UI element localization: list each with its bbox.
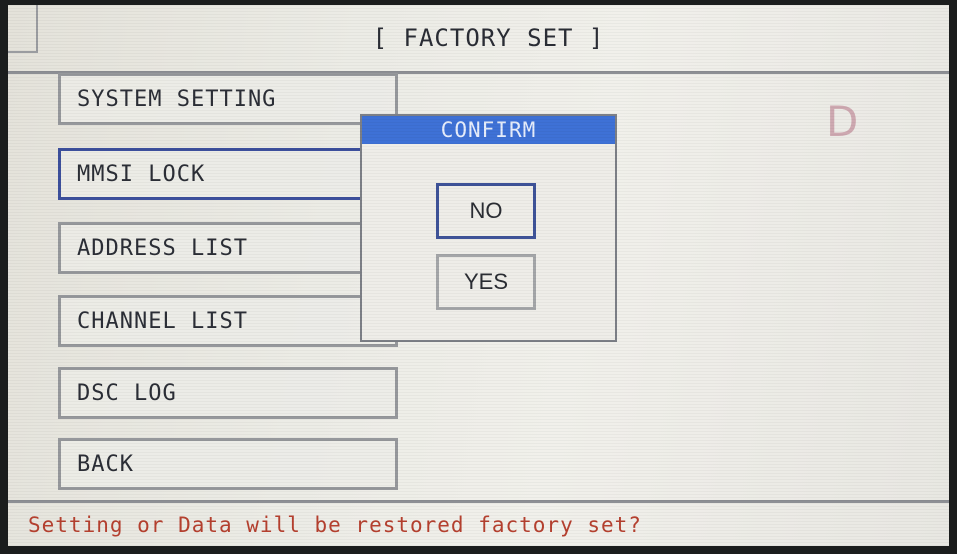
menu-item-mmsi-lock[interactable]: MMSI LOCK [58, 148, 398, 200]
dialog-title: CONFIRM [362, 116, 615, 144]
yes-button[interactable]: YES [436, 254, 536, 310]
menu-item-back[interactable]: BACK [58, 438, 398, 490]
menu-item-dsc-log[interactable]: DSC LOG [58, 367, 398, 419]
title-bar: [ FACTORY SET ] [8, 5, 949, 74]
menu-item-system-setting[interactable]: SYSTEM SETTING [58, 73, 398, 125]
no-button[interactable]: NO [436, 183, 536, 239]
confirm-dialog: CONFIRM NO YES [360, 114, 617, 342]
page-title: [ FACTORY SET ] [372, 24, 605, 52]
corner-mark [8, 5, 38, 53]
menu-item-channel-list[interactable]: CHANNEL LIST [58, 295, 398, 347]
d-indicator-icon: D [826, 97, 859, 146]
device-screen: [ FACTORY SET ] SYSTEM SETTING MMSI LOCK… [8, 5, 949, 546]
menu-item-address-list[interactable]: ADDRESS LIST [58, 222, 398, 274]
status-message: Setting or Data will be restored factory… [8, 500, 949, 546]
